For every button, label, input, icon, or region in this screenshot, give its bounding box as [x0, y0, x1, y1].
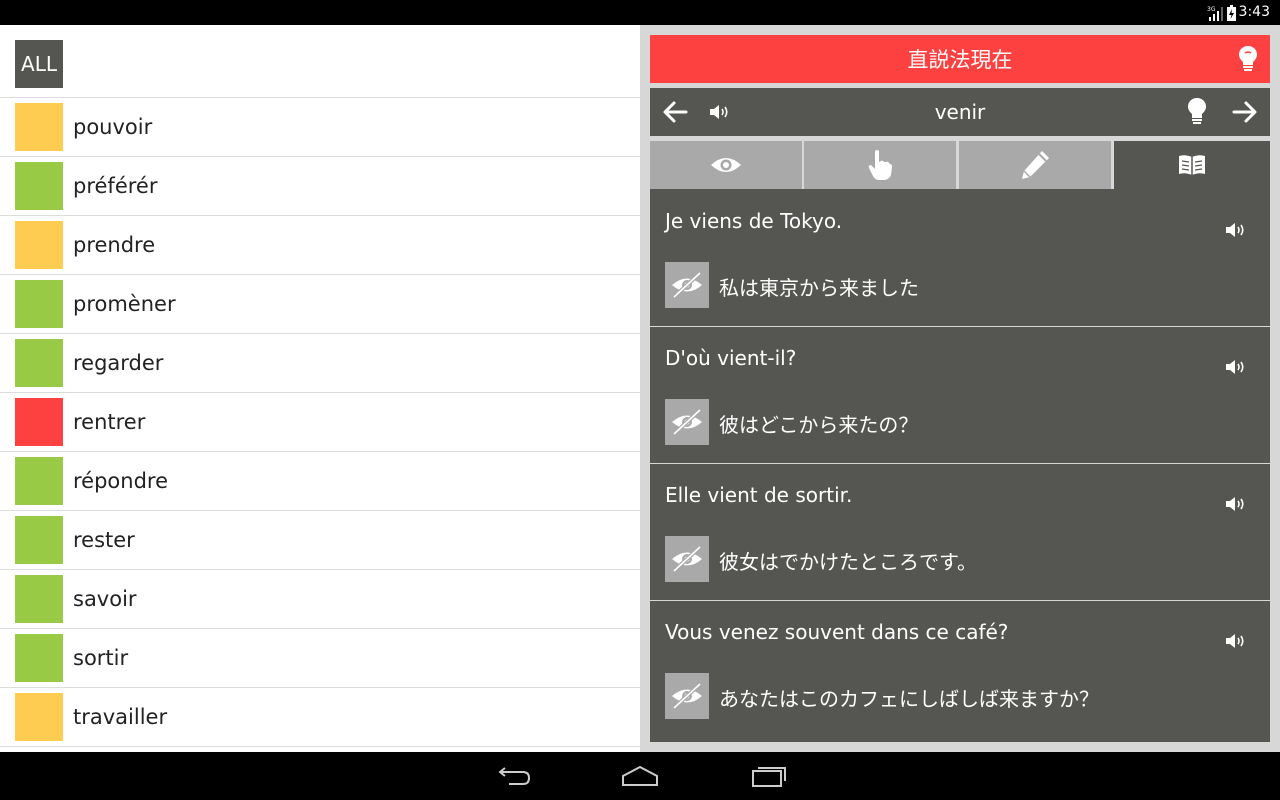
speaker-icon[interactable]: [1224, 219, 1248, 245]
hint-bulb-icon[interactable]: [1187, 97, 1207, 131]
speaker-icon[interactable]: [1224, 356, 1248, 382]
status-swatch: [15, 634, 63, 682]
pencil-icon: [1022, 151, 1049, 179]
example-item: D'où vient-il? 彼はどこから来たの？: [650, 326, 1270, 464]
french-sentence: Je viens de Tokyo.: [665, 209, 843, 233]
signal-3g-icon: 3G: [1207, 6, 1223, 21]
back-icon[interactable]: [495, 764, 531, 792]
verb-list-item[interactable]: rester: [0, 511, 640, 570]
detail-panel: 直説法現在 venir Je viens de Tokyo. 私は東京から来まし…: [640, 25, 1280, 752]
status-swatch: [15, 103, 63, 151]
book-icon: [1179, 155, 1205, 175]
current-verb: venir: [934, 100, 986, 124]
status-swatch: [15, 162, 63, 210]
verb-label: sortir: [73, 646, 129, 670]
verb-list-item[interactable]: sortir: [0, 629, 640, 688]
status-swatch: [15, 398, 63, 446]
svg-text:3G: 3G: [1207, 6, 1216, 13]
japanese-translation: 彼女はでかけたところです。: [719, 550, 977, 574]
verb-list-item[interactable]: regarder: [0, 334, 640, 393]
french-sentence: Vous venez souvent dans ce café?: [665, 620, 1009, 644]
hide-translation-icon[interactable]: [665, 262, 709, 308]
examples-list: Je viens de Tokyo. 私は東京から来ました D'où vient-i…: [650, 189, 1270, 742]
tab-touch[interactable]: [804, 141, 956, 189]
verb-label: prendre: [73, 233, 156, 257]
mode-tabs: [650, 141, 1270, 189]
french-sentence: D'où vient-il?: [665, 346, 797, 370]
tab-view[interactable]: [650, 141, 802, 189]
verb-nav-bar: venir: [650, 88, 1270, 136]
speaker-icon[interactable]: [1224, 493, 1248, 519]
japanese-translation: 彼はどこから来たの？: [719, 413, 919, 437]
verb-label: travailler: [73, 705, 168, 729]
verb-label: regarder: [73, 351, 164, 375]
verb-list-item[interactable]: savoir: [0, 570, 640, 629]
status-swatch: [15, 457, 63, 505]
status-swatch: [15, 280, 63, 328]
verb-label: préférér: [73, 174, 158, 198]
hint-bulb-icon[interactable]: [1238, 45, 1258, 78]
status-swatch: [15, 339, 63, 387]
verb-label: promèner: [73, 292, 176, 316]
status-swatch: [15, 221, 63, 269]
tab-examples[interactable]: [1114, 141, 1270, 189]
speaker-icon[interactable]: [1224, 630, 1248, 656]
hand-pointer-icon: [868, 150, 892, 180]
japanese-translation: 私は東京から来ました: [719, 276, 919, 300]
home-icon[interactable]: [621, 764, 659, 792]
verb-list-item[interactable]: rentrer: [0, 393, 640, 452]
status-swatch: [15, 516, 63, 564]
status-swatch: [15, 575, 63, 623]
verb-label: pouvoir: [73, 115, 153, 139]
status-swatch: [15, 693, 63, 741]
verb-list-item[interactable]: prendre: [0, 216, 640, 275]
tab-write[interactable]: [959, 141, 1111, 189]
hide-translation-icon[interactable]: [665, 536, 709, 582]
tense-title: 直説法現在: [907, 48, 1013, 72]
example-item: Je viens de Tokyo. 私は東京から来ました: [650, 189, 1270, 327]
navigation-bar: [0, 752, 1280, 800]
hide-translation-icon[interactable]: [665, 399, 709, 445]
all-filter-button[interactable]: ALL: [15, 40, 63, 88]
japanese-translation: あなたはこのカフェにしばしば来ますか？: [719, 687, 1099, 711]
clock: 3:43: [1238, 4, 1270, 20]
verb-list-item[interactable]: promèner: [0, 275, 640, 334]
verb-label: rentrer: [73, 410, 146, 434]
battery-icon: [1227, 5, 1236, 21]
verb-list-panel: ALL pouvoir préférér prendre promèner regard…: [0, 25, 640, 752]
all-filter-row: ALL: [0, 25, 640, 98]
example-item: Elle vient de sortir. 彼女はでかけたところです。: [650, 463, 1270, 601]
system-icons: 3G: [1207, 4, 1236, 21]
verb-list-item[interactable]: travailler: [0, 688, 640, 747]
verb-list-item[interactable]: répondre: [0, 452, 640, 511]
verb-label: rester: [73, 528, 135, 552]
tense-title-bar: 直説法現在: [650, 35, 1270, 83]
next-arrow-icon[interactable]: [1232, 100, 1258, 128]
status-bar: 3G 3:43: [0, 0, 1280, 25]
verb-list-item[interactable]: préférér: [0, 157, 640, 216]
eye-icon: [711, 158, 741, 172]
french-sentence: Elle vient de sortir.: [665, 483, 853, 507]
hide-translation-icon[interactable]: [665, 673, 709, 719]
verb-list-item[interactable]: pouvoir: [0, 98, 640, 157]
recent-apps-icon[interactable]: [751, 764, 787, 792]
verb-label: répondre: [73, 469, 169, 493]
example-item: Vous venez souvent dans ce café? あなたはこのカフ…: [650, 600, 1270, 737]
verb-label: savoir: [73, 587, 137, 611]
